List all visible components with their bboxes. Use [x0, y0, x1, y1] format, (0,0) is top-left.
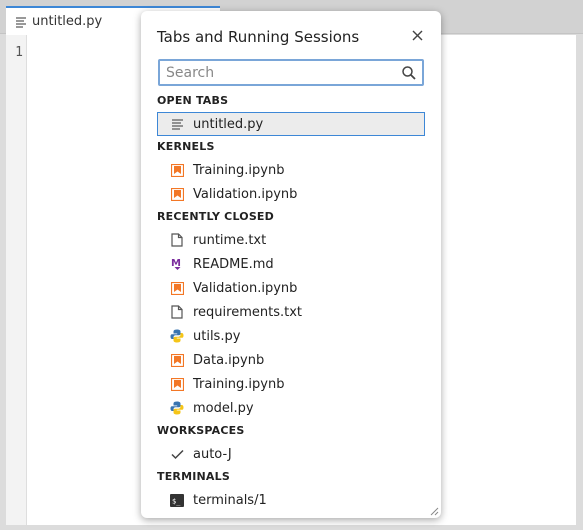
close-button[interactable] — [409, 27, 425, 43]
dialog-title: Tabs and Running Sessions — [157, 28, 360, 46]
close-icon — [412, 30, 422, 40]
python-icon — [170, 329, 184, 343]
recent-item[interactable]: utils.py — [157, 324, 425, 348]
item-label: model.py — [193, 400, 254, 416]
search-box — [158, 59, 424, 86]
recent-item[interactable]: Training.ipynb — [157, 372, 425, 396]
section-recently-closed: RECENTLY CLOSED — [157, 210, 274, 223]
item-label: untitled.py — [193, 116, 264, 132]
svg-text:$_: $_ — [172, 497, 181, 505]
item-label: requirements.txt — [193, 304, 303, 320]
item-label: Training.ipynb — [193, 376, 285, 392]
tabs-sessions-dialog: Tabs and Running Sessions OPEN TABS unti… — [141, 11, 441, 518]
terminal-item[interactable]: $_ terminals/1 — [157, 488, 425, 512]
session-list: OPEN TABS untitled.py KERNELS Training.i… — [157, 90, 425, 512]
item-label: utils.py — [193, 328, 241, 344]
line-number: 1 — [15, 45, 23, 60]
check-icon — [170, 447, 184, 461]
recent-item[interactable]: model.py — [157, 396, 425, 420]
text-file-icon — [15, 16, 27, 28]
file-icon — [170, 305, 184, 319]
markdown-icon: M — [170, 257, 184, 271]
text-file-icon — [170, 117, 184, 131]
item-label: Data.ipynb — [193, 352, 265, 368]
section-open-tabs: OPEN TABS — [157, 94, 229, 107]
item-label: Validation.ipynb — [193, 186, 298, 202]
notebook-icon — [170, 187, 184, 201]
kernel-item[interactable]: Validation.ipynb — [157, 182, 425, 206]
file-icon — [170, 233, 184, 247]
open-tab-item[interactable]: untitled.py — [157, 112, 425, 136]
notebook-icon — [170, 377, 184, 391]
item-label: auto-J — [193, 446, 232, 462]
item-label: terminals/1 — [193, 492, 267, 508]
workspace-item[interactable]: auto-J — [157, 442, 425, 466]
recent-item[interactable]: M README.md — [157, 252, 425, 276]
search-input[interactable] — [160, 61, 401, 84]
item-label: README.md — [193, 256, 274, 272]
notebook-icon — [170, 281, 184, 295]
recent-item[interactable]: runtime.txt — [157, 228, 425, 252]
editor-tab-label: untitled.py — [32, 14, 103, 29]
section-terminals: TERMINALS — [157, 470, 230, 483]
recent-item[interactable]: requirements.txt — [157, 300, 425, 324]
resize-grip-icon[interactable] — [429, 506, 439, 516]
section-kernels: KERNELS — [157, 140, 215, 153]
python-icon — [170, 401, 184, 415]
notebook-icon — [170, 353, 184, 367]
terminal-icon: $_ — [170, 493, 184, 507]
item-label: Training.ipynb — [193, 162, 285, 178]
item-label: runtime.txt — [193, 232, 267, 248]
line-gutter: 1 — [6, 35, 27, 525]
notebook-icon — [170, 163, 184, 177]
recent-item[interactable]: Validation.ipynb — [157, 276, 425, 300]
recent-item[interactable]: Data.ipynb — [157, 348, 425, 372]
section-workspaces: WORKSPACES — [157, 424, 245, 437]
search-icon — [401, 65, 417, 81]
item-label: Validation.ipynb — [193, 280, 298, 296]
kernel-item[interactable]: Training.ipynb — [157, 158, 425, 182]
